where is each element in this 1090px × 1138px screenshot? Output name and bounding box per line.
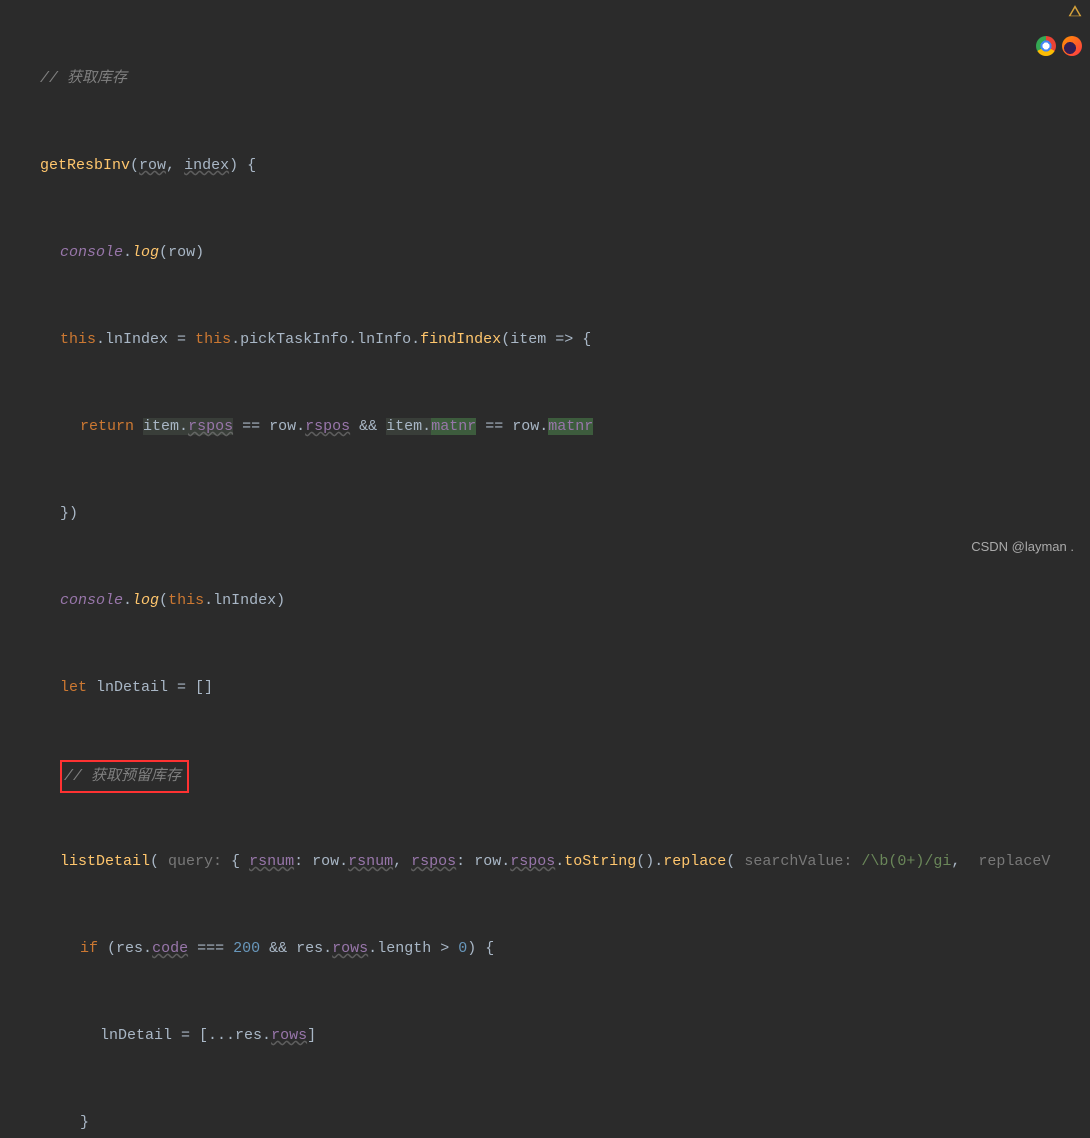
- code-line: listDetail( query: { rsnum: row.rsnum, r…: [20, 847, 1090, 876]
- code-line: // 获取库存: [20, 64, 1090, 93]
- code-line: // 获取预留库存: [20, 760, 1090, 789]
- watermark-text: CSDN @layman .: [971, 532, 1074, 561]
- code-line: console.log(row): [20, 238, 1090, 267]
- code-line: this.lnIndex = this.pickTaskInfo.lnInfo.…: [20, 325, 1090, 354]
- code-line: if (res.code === 200 && res.rows.length …: [20, 934, 1090, 963]
- code-line: }: [20, 1108, 1090, 1137]
- code-editor[interactable]: // 获取库存 getResbInv(row, index) { console…: [0, 0, 1090, 1138]
- code-line: return item.rspos == row.rspos && item.m…: [20, 412, 1090, 441]
- code-line: let lnDetail = []: [20, 673, 1090, 702]
- code-line: getResbInv(row, index) {: [20, 151, 1090, 180]
- highlight-box-1: // 获取预留库存: [60, 760, 189, 793]
- comment-text: // 获取库存: [40, 70, 127, 87]
- code-line: }): [20, 499, 1090, 528]
- code-line: lnDetail = [...res.rows]: [20, 1021, 1090, 1050]
- code-line: console.log(this.lnIndex): [20, 586, 1090, 615]
